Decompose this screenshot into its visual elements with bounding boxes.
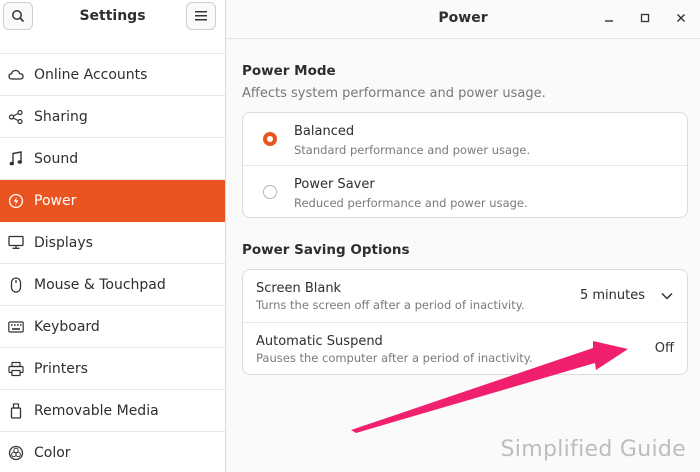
watermark: Simplified Guide — [500, 437, 686, 462]
annotation-arrow — [351, 341, 628, 433]
